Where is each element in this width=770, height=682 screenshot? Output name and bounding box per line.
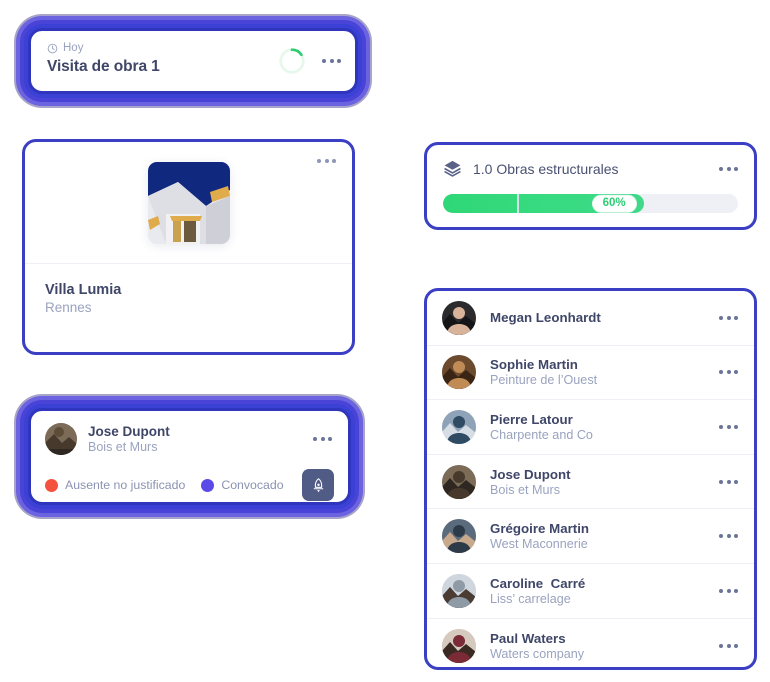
- pen-nib-icon: [313, 477, 323, 492]
- person-company: Peinture de l’Ouest: [490, 373, 598, 388]
- layers-icon: [444, 160, 461, 177]
- person-identity: Jose Dupont Bois et Murs: [490, 467, 571, 497]
- person-company: Liss’ carrelage: [490, 591, 571, 606]
- avatar: [442, 464, 476, 499]
- more-options-icon[interactable]: [719, 166, 738, 171]
- more-options-icon[interactable]: [719, 370, 738, 375]
- legend-item-absent: Ausente no justificado: [45, 478, 185, 492]
- person-name: Caroline Carré: [490, 575, 586, 591]
- legend-label-absent: Ausente no justificado: [65, 478, 186, 492]
- progress-card[interactable]: 1.0 Obras estructurales 60%: [424, 142, 757, 230]
- worker-identity: Jose Dupont Bois et Murs: [88, 424, 170, 454]
- worker-card[interactable]: Jose Dupont Bois et Murs Ausente no just…: [28, 408, 351, 505]
- more-options-icon[interactable]: [322, 59, 341, 63]
- worker-status-row: Ausente no justificado Convocado: [45, 469, 334, 501]
- list-item[interactable]: Pierre Latour Charpente and Co: [427, 400, 754, 455]
- progress-header: 1.0 Obras estructurales: [443, 159, 738, 178]
- person-name: Paul Waters: [490, 630, 566, 646]
- project-card[interactable]: Villa Lumia Rennes: [22, 139, 355, 355]
- person-identity: Caroline Carré Liss’ carrelage: [490, 576, 585, 606]
- avatar: [442, 573, 476, 608]
- status-dot-summoned: [201, 478, 215, 492]
- more-options-icon[interactable]: [719, 479, 738, 484]
- project-thumbnail: [147, 161, 230, 244]
- more-options-icon[interactable]: [313, 437, 332, 441]
- progress-bar-tick: [516, 194, 519, 213]
- sign-button[interactable]: [302, 469, 334, 501]
- person-company: West Maconnerie: [490, 537, 588, 552]
- avatar-image: [442, 628, 476, 663]
- progress-title: 1.0 Obras estructurales: [473, 160, 619, 177]
- person-identity: Sophie Martin Peinture de l’Ouest: [490, 357, 597, 387]
- avatar-image: [442, 519, 476, 554]
- person-company: Charpente and Co: [490, 427, 593, 442]
- list-item[interactable]: Paul Waters Waters company: [427, 619, 754, 667]
- avatar-image: [45, 423, 77, 455]
- people-list-card: Megan Leonhardt Sophie Martin Peinture de …: [424, 288, 757, 670]
- person-name: Megan Leonhardt: [490, 310, 601, 326]
- avatar: [442, 355, 476, 390]
- list-item[interactable]: Sophie Martin Peinture de l’Ouest: [427, 346, 754, 401]
- avatar: [442, 300, 476, 335]
- person-name: Grégoire Martin: [490, 521, 590, 537]
- avatar-image: [442, 355, 476, 390]
- avatar: [442, 519, 476, 554]
- person-name: Sophie Martin: [490, 357, 578, 373]
- project-title: Villa Lumia: [45, 282, 122, 298]
- status-dot-absent: [45, 478, 58, 492]
- legend-label-summoned: Convocado: [221, 478, 284, 492]
- person-identity: Paul Waters Waters company: [490, 631, 584, 661]
- progress-bar[interactable]: 60%: [443, 194, 738, 213]
- worker-name: Jose Dupont: [88, 424, 170, 439]
- person-identity: Pierre Latour Charpente and Co: [490, 412, 593, 442]
- more-options-icon[interactable]: [719, 588, 738, 593]
- person-name: Jose Dupont: [490, 466, 571, 482]
- project-media: [25, 142, 352, 264]
- project-subtitle: Rennes: [45, 300, 92, 315]
- avatar: [45, 423, 77, 455]
- more-options-icon[interactable]: [719, 315, 738, 320]
- clock-icon: [47, 43, 58, 53]
- building-photo: [147, 161, 230, 244]
- avatar: [442, 628, 476, 663]
- screen-root: Hoy Visita de obra 1 Villa Lumia Rennes …: [0, 0, 770, 682]
- list-item[interactable]: Megan Leonhardt: [427, 291, 754, 346]
- people-list: Megan Leonhardt Sophie Martin Peinture de …: [427, 291, 754, 667]
- project-info: Villa Lumia Rennes: [25, 264, 352, 315]
- avatar: [442, 409, 476, 444]
- avatar-image: [442, 573, 476, 608]
- more-options-icon[interactable]: [317, 159, 336, 163]
- list-item[interactable]: Caroline Carré Liss’ carrelage: [427, 564, 754, 619]
- progress-percent-badge: 60%: [591, 194, 637, 213]
- visit-meta-label: Hoy: [63, 42, 84, 54]
- avatar-image: [442, 409, 476, 444]
- list-item[interactable]: Grégoire Martin West Maconnerie: [427, 509, 754, 564]
- visit-card[interactable]: Hoy Visita de obra 1: [28, 28, 358, 94]
- person-company: Bois et Murs: [490, 482, 560, 497]
- worker-role: Bois et Murs: [88, 440, 158, 454]
- list-item[interactable]: Jose Dupont Bois et Murs: [427, 455, 754, 510]
- person-identity: Megan Leonhardt: [490, 310, 601, 325]
- progress-ring-icon: [279, 48, 305, 74]
- worker-header: Jose Dupont Bois et Murs: [45, 423, 334, 455]
- person-name: Pierre Latour: [490, 411, 573, 427]
- more-options-icon[interactable]: [719, 424, 738, 429]
- visit-card-actions: [278, 47, 341, 75]
- avatar-image: [442, 464, 476, 499]
- more-options-icon[interactable]: [719, 643, 738, 648]
- person-identity: Grégoire Martin West Maconnerie: [490, 521, 589, 551]
- more-options-icon[interactable]: [719, 534, 738, 539]
- legend-item-summoned: Convocado: [201, 478, 284, 492]
- avatar-image: [442, 300, 476, 335]
- person-company: Waters company: [490, 646, 585, 661]
